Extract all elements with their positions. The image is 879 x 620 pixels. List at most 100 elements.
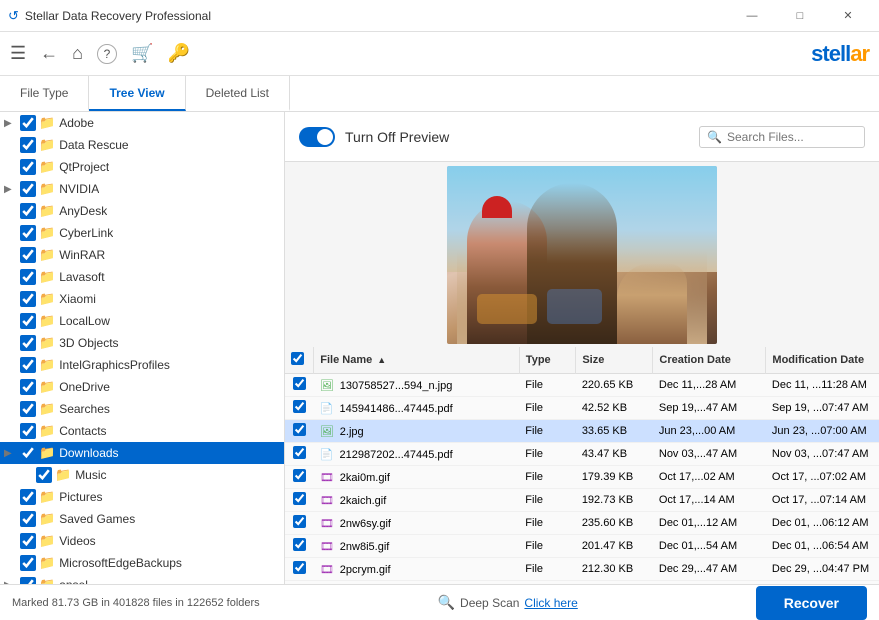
filename-text: 2.jpg	[340, 426, 364, 438]
sidebar-item-onedrive[interactable]: 📁 OneDrive	[0, 376, 284, 398]
table-row[interactable]: 🎞 2nw6sy.gif File 235.60 KB Dec 01,...12…	[285, 512, 879, 535]
tab-deleted-list[interactable]: Deleted List	[186, 76, 290, 111]
sidebar-item-xiaomi[interactable]: 📁 Xiaomi	[0, 288, 284, 310]
row-checkbox[interactable]	[293, 515, 306, 528]
sidebar-item-qtproject[interactable]: 📁 QtProject	[0, 156, 284, 178]
sidebar-item-adobe[interactable]: ▶ 📁 Adobe	[0, 112, 284, 134]
item-checkbox[interactable]	[20, 335, 36, 351]
table-row[interactable]: 🎞 2pyrja.gif File 278.17 KB Dec 29,...51…	[285, 581, 879, 585]
sidebar-item-contacts[interactable]: 📁 Contacts	[0, 420, 284, 442]
recover-button[interactable]: Recover	[756, 586, 867, 620]
item-checkbox[interactable]	[20, 115, 36, 131]
header-size[interactable]: Size	[576, 347, 653, 374]
search-input[interactable]	[727, 130, 857, 144]
row-checkbox[interactable]	[293, 377, 306, 390]
tab-tree-view[interactable]: Tree View	[89, 76, 185, 111]
maximize-button[interactable]: □	[777, 0, 823, 32]
sidebar-item-edge-backups[interactable]: 📁 MicrosoftEdgeBackups	[0, 552, 284, 574]
item-checkbox[interactable]	[20, 445, 36, 461]
table-row[interactable]: 🖼 130758527...594_n.jpg File 220.65 KB D…	[285, 374, 879, 397]
row-checkbox[interactable]	[293, 538, 306, 551]
row-checkbox[interactable]	[293, 446, 306, 459]
item-checkbox[interactable]	[20, 313, 36, 329]
minimize-button[interactable]: —	[729, 0, 775, 32]
user-icon[interactable]: 🔑	[167, 43, 189, 64]
tab-file-type[interactable]: File Type	[0, 76, 89, 111]
table-row[interactable]: 📄 145941486...47445.pdf File 42.52 KB Se…	[285, 397, 879, 420]
row-modified: Dec 01, ...06:54 AM	[766, 535, 879, 558]
help-icon[interactable]: ?	[97, 44, 117, 64]
item-checkbox[interactable]	[20, 555, 36, 571]
back-icon[interactable]: ←	[40, 43, 58, 64]
row-checkbox[interactable]	[293, 492, 306, 505]
select-all-checkbox[interactable]	[291, 352, 304, 365]
cart-icon[interactable]: 🛒	[131, 43, 153, 64]
home-icon[interactable]: ⌂	[72, 43, 83, 64]
item-checkbox[interactable]	[20, 533, 36, 549]
item-checkbox[interactable]	[20, 423, 36, 439]
folder-icon: 📁	[39, 511, 55, 527]
row-created: Dec 01,...54 AM	[653, 535, 766, 558]
item-checkbox[interactable]	[20, 577, 36, 584]
row-checkbox[interactable]	[293, 423, 306, 436]
item-checkbox[interactable]	[20, 225, 36, 241]
sidebar-item-videos[interactable]: 📁 Videos	[0, 530, 284, 552]
item-checkbox[interactable]	[20, 401, 36, 417]
preview-toggle[interactable]	[299, 127, 335, 147]
item-checkbox[interactable]	[20, 247, 36, 263]
row-checkbox[interactable]	[293, 469, 306, 482]
sidebar-item-downloads[interactable]: ▶ 📁 Downloads	[0, 442, 284, 464]
deep-scan-link[interactable]: Click here	[524, 596, 577, 610]
row-created: Dec 01,...12 AM	[653, 512, 766, 535]
item-checkbox[interactable]	[20, 511, 36, 527]
file-type-icon: 🎞	[320, 495, 334, 507]
item-checkbox[interactable]	[20, 181, 36, 197]
header-modified[interactable]: Modification Date	[766, 347, 879, 374]
header-filename[interactable]: File Name ▲	[314, 347, 520, 374]
item-checkbox[interactable]	[20, 137, 36, 153]
item-checkbox[interactable]	[20, 269, 36, 285]
file-type-icon: 📄	[320, 449, 334, 461]
item-checkbox[interactable]	[20, 291, 36, 307]
sidebar-item-locallow[interactable]: 📁 LocalLow	[0, 310, 284, 332]
sidebar-item-anydesk[interactable]: 📁 AnyDesk	[0, 200, 284, 222]
table-row[interactable]: 🎞 2kaich.gif File 192.73 KB Oct 17,...14…	[285, 489, 879, 512]
header-type[interactable]: Type	[519, 347, 576, 374]
row-checkbox[interactable]	[293, 561, 306, 574]
folder-icon: 📁	[39, 533, 55, 549]
sidebar-item-intel[interactable]: 📁 IntelGraphicsProfiles	[0, 354, 284, 376]
item-checkbox[interactable]	[20, 159, 36, 175]
sidebar-item-nvidia[interactable]: ▶ 📁 NVIDIA	[0, 178, 284, 200]
row-checkbox[interactable]	[293, 400, 306, 413]
table-row[interactable]: 🖼 2.jpg File 33.65 KB Jun 23,...00 AM Ju…	[285, 420, 879, 443]
arrow-icon: ▶	[4, 580, 20, 585]
sidebar-item-lavasoft[interactable]: 📁 Lavasoft	[0, 266, 284, 288]
item-checkbox[interactable]	[20, 379, 36, 395]
table-row[interactable]: 🎞 2nw8i5.gif File 201.47 KB Dec 01,...54…	[285, 535, 879, 558]
item-checkbox[interactable]	[20, 489, 36, 505]
sidebar-item-cyberlink[interactable]: 📁 CyberLink	[0, 222, 284, 244]
table-header: File Name ▲ Type Size Creation Date	[285, 347, 879, 374]
folder-icon: 📁	[39, 159, 55, 175]
filename-text: 212987202...47445.pdf	[340, 449, 453, 461]
row-type: File	[519, 512, 576, 535]
table-row[interactable]: 🎞 2pcrym.gif File 212.30 KB Dec 29,...47…	[285, 558, 879, 581]
folder-icon: 📁	[39, 379, 55, 395]
item-checkbox[interactable]	[20, 357, 36, 373]
sidebar-item-music[interactable]: 📁 Music	[0, 464, 284, 486]
sidebar-item-ansel[interactable]: ▶ 📁 ansel	[0, 574, 284, 584]
sidebar-item-winrar[interactable]: 📁 WinRAR	[0, 244, 284, 266]
filename-text: 2nw8i5.gif	[340, 541, 390, 553]
item-checkbox[interactable]	[36, 467, 52, 483]
sidebar-item-pictures[interactable]: 📁 Pictures	[0, 486, 284, 508]
sidebar-item-3d-objects[interactable]: 📁 3D Objects	[0, 332, 284, 354]
sidebar-item-searches[interactable]: 📁 Searches	[0, 398, 284, 420]
close-button[interactable]: ✕	[825, 0, 871, 32]
sidebar-item-data-rescue[interactable]: 📁 Data Rescue	[0, 134, 284, 156]
item-checkbox[interactable]	[20, 203, 36, 219]
table-row[interactable]: 🎞 2kai0m.gif File 179.39 KB Oct 17,...02…	[285, 466, 879, 489]
header-created[interactable]: Creation Date	[653, 347, 766, 374]
table-row[interactable]: 📄 212987202...47445.pdf File 43.47 KB No…	[285, 443, 879, 466]
hamburger-icon[interactable]: ☰	[10, 43, 26, 64]
sidebar-item-saved-games[interactable]: 📁 Saved Games	[0, 508, 284, 530]
